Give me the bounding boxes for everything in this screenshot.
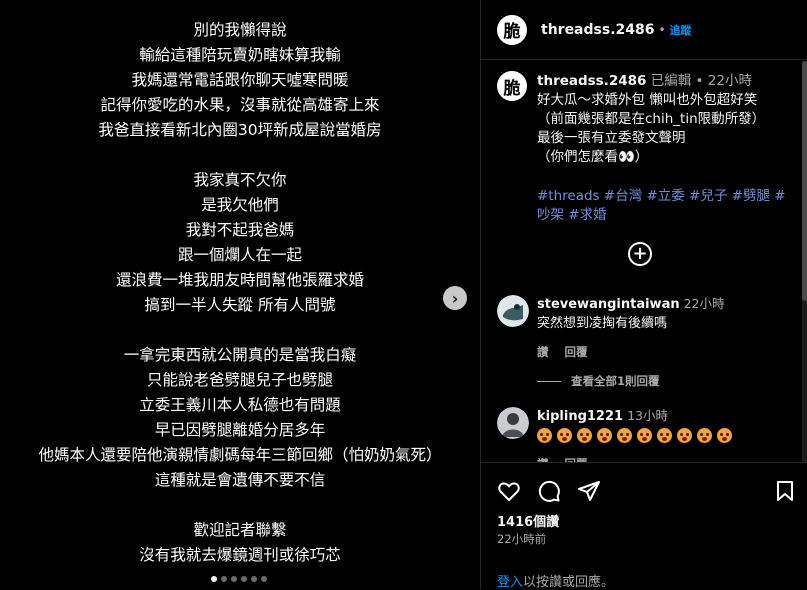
post-text-line: 輸給這種陪玩賣奶瞎妹算我輸 — [139, 46, 341, 64]
post-text-line: 搞到一半人失蹤 所有人問號 — [144, 296, 336, 314]
scrollbar-thumb[interactable] — [802, 61, 807, 301]
like-comment-button[interactable]: 讚 — [537, 345, 549, 359]
post-footer: 1416個讚 22小時前 登入以按讚或回應。 — [481, 462, 807, 590]
commenter-avatar[interactable] — [497, 407, 529, 439]
login-link[interactable]: 登入 — [497, 575, 523, 590]
comments-panel: 脆 threadss.2486 已編輯 • 22小時 好大瓜～求婚外包 懶叫也外… — [481, 61, 807, 462]
caption-time: 22小時 — [707, 73, 752, 89]
carousel-dot[interactable] — [221, 576, 227, 582]
view-replies-button[interactable]: 查看全部1則回覆 — [537, 373, 660, 389]
screaming-face-icon — [717, 428, 732, 443]
carousel-dot[interactable] — [251, 576, 257, 582]
carousel-dot[interactable] — [261, 576, 267, 582]
caption-hashtags[interactable]: #threads #台灣 #立委 #兒子 #劈腿 #吵架 #求婚 — [537, 187, 792, 225]
post-text-line: 這種就是會遺傳不要不信 — [154, 471, 326, 489]
comment-username[interactable]: stevewangintaiwan — [537, 297, 680, 312]
comment-text: 突然想到凌掏有後續嗎 — [537, 316, 668, 331]
follow-button[interactable]: 追蹤 — [670, 22, 692, 38]
view-replies-label: 查看全部1則回覆 — [571, 374, 660, 388]
header-username[interactable]: threadss.2486 — [541, 22, 654, 38]
post-text-line: 沒有我就去爆鏡週刊或徐巧芯 — [139, 546, 341, 564]
post-text-gap — [0, 318, 480, 343]
avatar-image-icon — [497, 295, 529, 327]
commenter-avatar[interactable] — [497, 295, 529, 327]
post-text-line: 歡迎記者聯繫 — [193, 521, 287, 539]
comment-time: 22小時 — [683, 296, 725, 311]
post-text-line: 一拿完東西就公開真的是當我白癡 — [123, 346, 357, 364]
comment-username[interactable]: kipling1221 — [537, 409, 623, 424]
post-text-line: 他媽本人還要陪他演親情劇碼每年三節回鄉（怕奶奶氣死） — [38, 446, 442, 464]
caption-edited: 已編輯 — [650, 73, 692, 89]
post-text-line: 立委王義川本人私德也有問題 — [139, 396, 341, 414]
post-text-line: 別的我懶得說 — [193, 21, 287, 39]
post-text-gap — [0, 143, 480, 168]
comment-time: 13小時 — [627, 408, 668, 423]
separator-dot: • — [658, 22, 666, 37]
share-icon[interactable] — [577, 479, 601, 503]
post-text-gap — [0, 493, 480, 518]
comment-emoji-row — [537, 426, 787, 445]
post-viewer: 別的我懶得說輸給這種陪玩賣奶瞎妹算我輸 我媽還常電話跟你聊天噓寒問暖記得你愛吃的水… — [0, 0, 807, 590]
screaming-face-icon — [537, 428, 552, 443]
post-text-line: 記得你愛吃的水果，沒事就從高雄寄上來 — [100, 96, 380, 114]
like-count[interactable]: 1416個讚 — [497, 511, 559, 530]
post-text-block: 別的我懶得說輸給這種陪玩賣奶瞎妹算我輸 我媽還常電話跟你聊天噓寒問暖記得你愛吃的水… — [0, 18, 480, 568]
action-bar — [497, 479, 797, 503]
screaming-face-icon — [657, 428, 672, 443]
caption-text: 好大瓜～求婚外包 懶叫也外包超好笑 （前面幾張都是在chih_tin限動所發） 最後… — [537, 91, 792, 167]
caption-line: （前面幾張都是在chih_tin限動所發） — [537, 111, 766, 127]
chevron-right-icon: › — [451, 288, 459, 308]
post-text-line: 只能說老爸劈腿兒子也劈腿 — [146, 371, 333, 389]
divider — [537, 380, 561, 382]
screaming-face-icon — [637, 428, 652, 443]
post-text-line: 我爸直接看新北內圈30坪新成屋說當婚房 — [98, 121, 382, 139]
login-prompt: 登入以按讚或回應。 — [497, 571, 614, 590]
screaming-face-icon — [557, 428, 572, 443]
caption-separator: • — [695, 73, 704, 89]
avatar[interactable]: 脆 — [497, 14, 527, 45]
comment-body: stevewangintaiwan 22小時 突然想到凌掏有後續嗎 讚 回覆 — [537, 294, 787, 362]
screaming-face-icon — [677, 428, 692, 443]
post-text-line: 跟一個爛人在一起 — [177, 246, 302, 264]
screaming-face-icon — [597, 428, 612, 443]
post-timestamp: 22小時前 — [497, 532, 547, 546]
carousel-dot[interactable] — [211, 576, 217, 582]
next-image-button[interactable]: › — [443, 286, 467, 310]
bookmark-icon[interactable] — [773, 479, 797, 503]
scrollbar[interactable] — [802, 61, 807, 462]
comment-body: kipling122113小時 讚 回覆 — [537, 406, 787, 462]
carousel-dots — [211, 576, 267, 582]
caption-line: （你們怎麼看👀） — [537, 149, 649, 165]
post-header: 脆 threadss.2486 • 追蹤 — [481, 0, 807, 60]
plus-icon: + — [632, 243, 648, 264]
carousel-dot[interactable] — [231, 576, 237, 582]
load-more-comments-button[interactable]: + — [628, 242, 652, 266]
screaming-face-icon — [577, 428, 592, 443]
caption-body: threadss.2486 已編輯 • 22小時 好大瓜～求婚外包 懶叫也外包超… — [537, 72, 792, 225]
post-text-line: 我對不起我爸媽 — [185, 221, 295, 239]
caption-username[interactable]: threadss.2486 — [537, 73, 646, 89]
post-text-line: 是我欠他們 — [201, 196, 279, 214]
caption-line: 最後一張有立委發文聲明 — [537, 130, 686, 146]
caption-line: 好大瓜～求婚外包 懶叫也外包超好笑 — [537, 92, 758, 108]
carousel-dot[interactable] — [241, 576, 247, 582]
caption-avatar[interactable]: 脆 — [497, 71, 527, 101]
post-text-line: 還浪費一堆我朋友時間幫他張羅求婚 — [115, 271, 364, 289]
post-text-line: 我媽還常電話跟你聊天噓寒問暖 — [131, 71, 349, 89]
login-prompt-text: 以按讚或回應。 — [523, 575, 615, 590]
reply-button[interactable]: 回覆 — [565, 345, 588, 359]
heart-icon[interactable] — [497, 479, 521, 503]
screaming-face-icon — [617, 428, 632, 443]
post-media: 別的我懶得說輸給這種陪玩賣奶瞎妹算我輸 我媽還常電話跟你聊天噓寒問暖記得你愛吃的水… — [0, 0, 480, 589]
post-text-line: 早已因劈腿離婚分居多年 — [154, 421, 326, 439]
post-sidebar: 脆 threadss.2486 • 追蹤 脆 threadss.2486 已編輯… — [480, 0, 807, 590]
comment-icon[interactable] — [537, 479, 561, 503]
post-text-line: 我家真不欠你 — [193, 171, 287, 189]
avatar-image-icon — [497, 407, 529, 439]
screaming-face-icon — [697, 428, 712, 443]
